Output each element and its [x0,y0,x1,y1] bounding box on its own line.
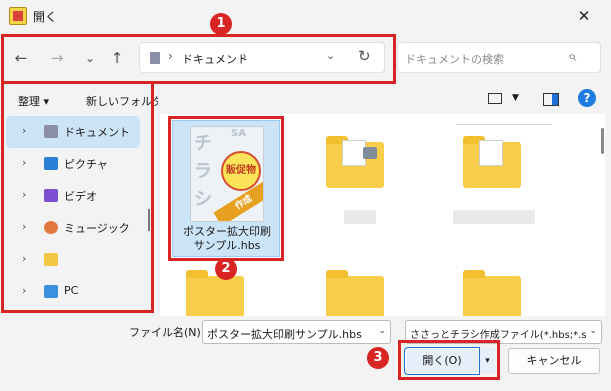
pictures-icon [44,157,58,170]
breadcrumb-separator-icon: › [168,49,173,63]
chevron-down-icon[interactable]: ⌄ [587,326,597,336]
videos-icon [44,189,58,202]
folder-item[interactable] [326,136,384,188]
cancel-button[interactable]: キャンセル [508,348,600,374]
chevron-down-icon[interactable]: ⌄ [378,326,386,336]
filename-label: ファイル名(N): [129,326,205,339]
sidebar-item-videos[interactable]: › ビデオ [6,180,140,212]
back-icon[interactable]: ← [9,46,33,70]
up-icon[interactable]: ↑ [105,46,129,70]
document-icon [342,140,377,166]
sidebar-item-label: ビデオ [64,190,97,203]
pc-icon [44,285,58,298]
expand-chevron-icon[interactable]: › [22,284,26,297]
sidebar-scrollbar[interactable] [148,209,150,231]
music-icon [44,221,58,234]
thumbnail-badge: 販促物 [221,151,261,191]
annotation-number: 3 [367,347,389,369]
refresh-icon[interactable]: ↻ [358,47,371,65]
address-bar[interactable]: › ドキュメント › ⌄ ↻ [139,42,385,73]
thumbnail-text: ラ [194,161,212,182]
folder-item[interactable] [326,270,384,316]
open-button-group: 開く(O) ▾ [404,347,495,375]
sidebar-item-label: PC [64,284,79,297]
search-placeholder: ドキュメントの検索 [405,53,504,66]
divider [456,124,552,125]
title-bar: 開く ✕ [0,0,611,32]
navigation-bar: ← → ⌄ ↑ › ドキュメント › ⌄ ↻ ドキュメントの検索 ⌕ [0,38,611,78]
sidebar-item-label: ミュージック [64,222,130,235]
filetype-value[interactable]: ささっとチラシ作成ファイル(*.hbs;*.s [410,326,587,341]
address-dropdown-icon[interactable]: ⌄ [326,49,335,62]
file-name-label: ポスター拡大印刷サンプル.hbs [183,225,271,252]
view-options-icon[interactable] [488,93,502,104]
thumbnail-text: チ [194,133,212,154]
forward-icon[interactable]: → [45,46,69,70]
filename-input[interactable]: ポスター拡大印刷サンプル.hbs ⌄ [202,320,391,344]
filename-value[interactable]: ポスター拡大印刷サンプル.hbs [207,326,362,342]
app-icon [9,7,27,25]
open-button[interactable]: 開く(O) [404,347,480,375]
sidebar-item-pc[interactable]: › PC [6,276,140,308]
preview-pane-icon[interactable] [543,93,559,106]
folder-item[interactable] [186,270,244,316]
expand-chevron-icon[interactable]: › [22,220,26,233]
command-bar: 整理 ▾ 新しいフォルダー ▼ ? [0,84,611,118]
help-icon[interactable]: ? [578,89,596,107]
folder-icon [44,253,58,266]
thumbnail-text: シ [194,189,212,210]
organize-button[interactable]: 整理 ▾ [18,93,49,109]
search-icon[interactable]: ⌕ [568,47,576,65]
sidebar-item-folder[interactable]: › [6,244,140,276]
open-options-icon[interactable]: ▾ [479,348,495,374]
documents-icon [44,125,58,138]
annotation-number: 2 [215,258,237,280]
documents-icon [150,52,160,64]
window-title: 開く [33,10,58,24]
breadcrumb-documents[interactable]: ドキュメント [182,51,248,67]
file-item-selected[interactable]: チ ラ シ SA 販促物 作成 ポスター拡大印刷サンプル.hbs [172,120,280,257]
file-thumbnail: チ ラ シ SA 販促物 作成 [190,126,264,222]
expand-chevron-icon[interactable]: › [22,124,26,137]
thumbnail-text: SA [231,128,246,139]
expand-chevron-icon[interactable]: › [22,156,26,169]
breadcrumb-separator-icon[interactable]: › [242,49,247,63]
sidebar-item-documents[interactable]: › ドキュメント [6,116,140,148]
expand-chevron-icon[interactable]: › [22,252,26,265]
sidebar-item-label: ピクチャ [64,158,108,171]
folder-item[interactable] [463,136,521,188]
filetype-select[interactable]: ささっとチラシ作成ファイル(*.hbs;*.s ⌄ [405,320,602,344]
navigation-pane: › ドキュメント › ピクチャ › ビデオ › ミュージック › › PC [0,114,153,316]
recent-locations-icon[interactable]: ⌄ [78,46,102,70]
content-scrollbar[interactable] [601,128,604,154]
expand-chevron-icon[interactable]: › [22,188,26,201]
folder-name-placeholder [453,210,535,224]
file-list: チ ラ シ SA 販促物 作成 ポスター拡大印刷サンプル.hbs [160,114,605,316]
document-icon [479,140,503,166]
puzzle-icon [363,147,377,159]
dialog-footer: ファイル名(N): ポスター拡大印刷サンプル.hbs ⌄ ささっとチラシ作成ファ… [0,316,611,391]
folder-name-placeholder [344,210,376,224]
sidebar-item-label: ドキュメント [64,126,130,139]
sidebar-item-pictures[interactable]: › ピクチャ [6,148,140,180]
view-dropdown-icon[interactable]: ▼ [512,93,519,103]
sidebar-item-music[interactable]: › ミュージック [6,212,140,244]
new-folder-button[interactable]: 新しいフォルダー [86,93,158,109]
search-box[interactable]: ドキュメントの検索 ⌕ [397,42,601,73]
annotation-number: 1 [210,13,232,35]
close-button[interactable]: ✕ [568,4,600,28]
folder-item[interactable] [463,270,521,316]
